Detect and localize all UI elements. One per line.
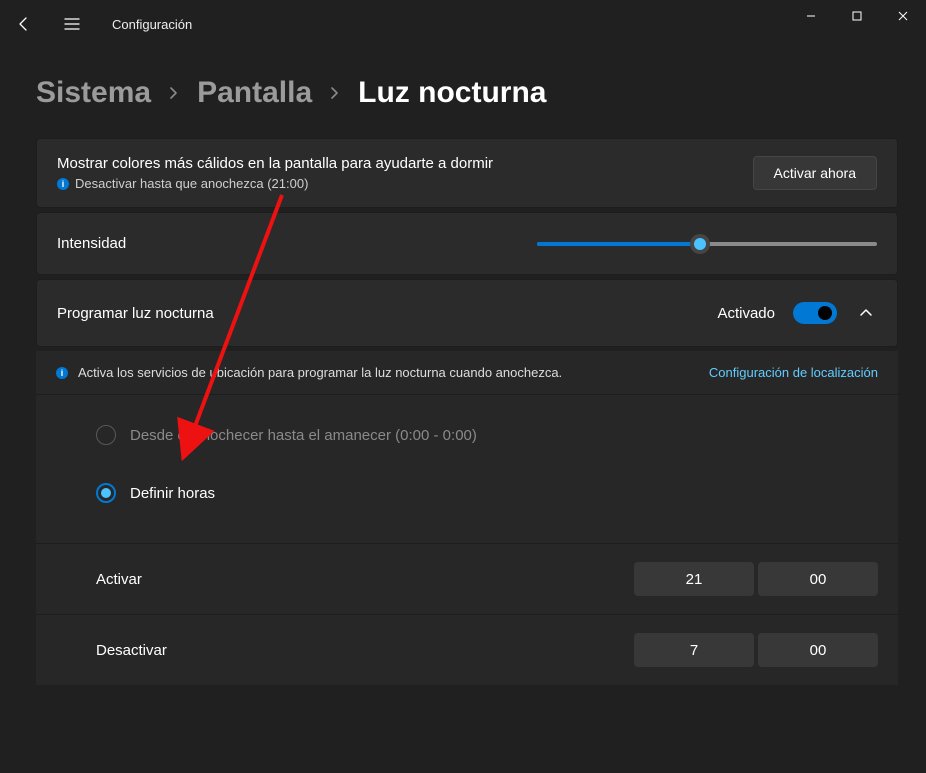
maximize-icon <box>852 11 862 21</box>
turn-on-row: Activar 21 00 <box>36 543 898 614</box>
breadcrumb: Sistema Pantalla Luz nocturna <box>36 76 898 110</box>
turn-on-hour[interactable]: 21 <box>634 562 754 596</box>
chevron-up-icon <box>859 308 873 318</box>
option-hours-label: Definir horas <box>130 485 215 502</box>
nav-menu-button[interactable] <box>52 4 92 44</box>
option-sunset-sunrise: Desde el anochecer hasta el amanecer (0:… <box>96 425 878 445</box>
slider-thumb[interactable] <box>690 234 710 254</box>
back-button[interactable] <box>4 4 44 44</box>
schedule-label: Programar luz nocturna <box>57 305 214 322</box>
breadcrumb-nightlight: Luz nocturna <box>358 76 546 110</box>
intro-status: Desactivar hasta que anochezca (21:00) <box>75 176 308 191</box>
strength-card: Intensidad <box>36 212 898 275</box>
minimize-button[interactable] <box>788 0 834 32</box>
schedule-options: Desde el anochecer hasta el amanecer (0:… <box>36 395 898 543</box>
location-info-text: Activa los servicios de ubicación para p… <box>78 365 562 380</box>
turn-off-minute[interactable]: 00 <box>758 633 878 667</box>
option-set-hours[interactable]: Definir horas <box>96 483 878 503</box>
info-icon: i <box>57 178 69 190</box>
location-info-bar: i Activa los servicios de ubicación para… <box>36 351 898 395</box>
turn-on-now-button[interactable]: Activar ahora <box>753 156 877 190</box>
option-sunset-label: Desde el anochecer hasta el amanecer (0:… <box>130 427 477 444</box>
chevron-right-icon <box>330 85 340 101</box>
hamburger-icon <box>64 17 80 31</box>
schedule-card: Programar luz nocturna Activado <box>36 279 898 347</box>
turn-off-row: Desactivar 7 00 <box>36 614 898 685</box>
schedule-state: Activado <box>717 305 775 322</box>
breadcrumb-system[interactable]: Sistema <box>36 76 151 110</box>
turn-off-hour[interactable]: 7 <box>634 633 754 667</box>
turn-on-label: Activar <box>96 571 142 588</box>
radio-icon <box>96 483 116 503</box>
maximize-button[interactable] <box>834 0 880 32</box>
schedule-toggle[interactable] <box>793 302 837 324</box>
minimize-icon <box>806 11 816 21</box>
breadcrumb-display[interactable]: Pantalla <box>197 76 312 110</box>
close-button[interactable] <box>880 0 926 32</box>
location-settings-link[interactable]: Configuración de localización <box>709 365 878 380</box>
turn-off-label: Desactivar <box>96 642 167 659</box>
window-title: Configuración <box>112 17 192 32</box>
info-icon: i <box>56 367 68 379</box>
arrow-left-icon <box>16 16 32 32</box>
intro-heading: Mostrar colores más cálidos en la pantal… <box>57 155 493 172</box>
turn-on-minute[interactable]: 00 <box>758 562 878 596</box>
strength-slider[interactable] <box>537 236 877 252</box>
radio-icon <box>96 425 116 445</box>
intro-card: Mostrar colores más cálidos en la pantal… <box>36 138 898 208</box>
strength-label: Intensidad <box>57 235 126 252</box>
chevron-right-icon <box>169 85 179 101</box>
titlebar: Configuración <box>0 0 926 48</box>
expand-button[interactable] <box>855 304 877 322</box>
close-icon <box>898 11 908 21</box>
